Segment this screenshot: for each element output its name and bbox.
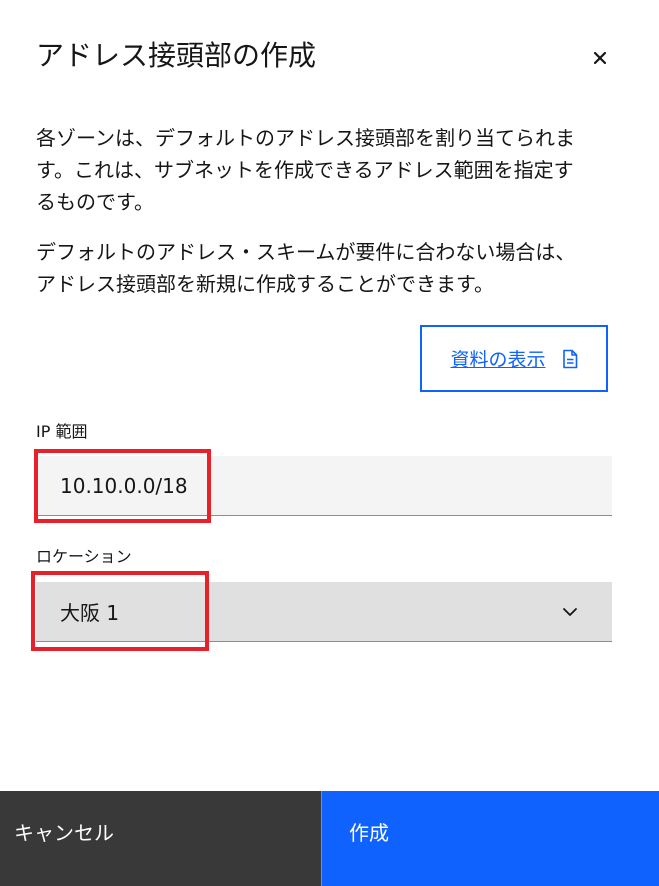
description-line: 各ゾーンは、デフォルトのアドレス接頭部を割り当てられま: [36, 126, 575, 150]
ip-range-label: IP 範囲: [36, 422, 88, 441]
chevron-down-icon: [563, 608, 577, 616]
highlight-box-ip-range: [34, 449, 211, 523]
close-icon: [593, 51, 607, 65]
document-icon: [562, 349, 577, 368]
description-line: デフォルトのアドレス・スキームが要件に合わない場合は、: [36, 240, 576, 264]
create-button[interactable]: 作成: [322, 791, 659, 886]
modal-title: アドレス接頭部の作成: [36, 39, 317, 72]
description-line: るものです。: [36, 190, 154, 214]
description-paragraph-1: 各ゾーンは、デフォルトのアドレス接頭部を割り当てられま す。これは、サブネットを…: [36, 122, 621, 218]
modal-footer: キャンセル 作成: [0, 791, 659, 886]
description-paragraph-2: デフォルトのアドレス・スキームが要件に合わない場合は、 アドレス接頭部を新規に作…: [36, 236, 621, 300]
description-line: す。これは、サブネットを作成できるアドレス範囲を指定す: [36, 158, 574, 182]
view-docs-link[interactable]: 資料の表示: [450, 345, 545, 372]
highlight-box-location: [31, 571, 209, 651]
cancel-button[interactable]: キャンセル: [0, 791, 322, 886]
close-button[interactable]: [584, 42, 616, 74]
view-docs-button[interactable]: 資料の表示: [420, 325, 608, 392]
description-line: アドレス接頭部を新規に作成することができます。: [36, 272, 494, 296]
location-label: ロケーション: [36, 547, 132, 566]
create-address-prefix-modal: アドレス接頭部の作成 各ゾーンは、デフォルトのアドレス接頭部を割り当てられま す…: [0, 0, 659, 886]
